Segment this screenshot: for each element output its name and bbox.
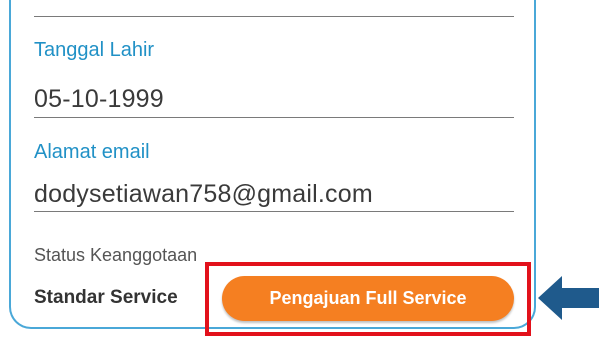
email-label: Alamat email [34,141,150,163]
profile-screen: Tanggal Lahir 05-10-1999 Alamat email do… [0,0,601,339]
membership-status-value: Standar Service [34,287,178,308]
birth-date-underline [34,117,514,118]
birth-date-value[interactable]: 05-10-1999 [34,84,164,114]
membership-status-label: Status Keanggotaan [34,245,198,265]
full-service-request-button[interactable]: Pengajuan Full Service [222,276,514,321]
arrow-left-icon [538,276,599,320]
birth-date-label: Tanggal Lahir [34,39,155,61]
previous-field-underline [34,16,514,17]
email-underline [34,211,514,212]
email-value[interactable]: dodysetiawan758@gmail.com [34,179,373,209]
